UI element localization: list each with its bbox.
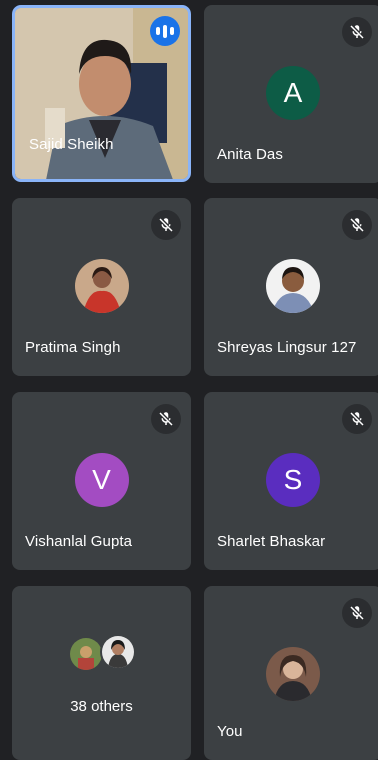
mic-off-icon — [151, 210, 181, 240]
mic-off-icon — [151, 404, 181, 434]
participant-tile-shreyas-lingsur[interactable]: Shreyas Lingsur 127 — [204, 198, 378, 376]
participant-name: Anita Das — [217, 146, 283, 163]
participant-tile-sharlet-bhaskar[interactable]: S Sharlet Bhaskar — [204, 392, 378, 570]
participant-name: Sharlet Bhaskar — [217, 533, 326, 550]
audio-level-icon — [156, 27, 160, 35]
participant-name: Pratima Singh — [25, 339, 121, 356]
mic-off-icon — [342, 404, 372, 434]
speaking-indicator — [150, 16, 180, 46]
participant-name: You — [217, 723, 243, 740]
participant-tile-anita-das[interactable]: A Anita Das — [204, 5, 378, 183]
participant-name: Shreyas Lingsur 127 — [217, 339, 357, 356]
participant-tile-others[interactable]: 38 others — [12, 586, 191, 760]
mic-off-icon — [342, 598, 372, 628]
avatar-initial: V — [74, 453, 129, 507]
avatar-photo — [68, 636, 104, 672]
avatar-initial: S — [266, 453, 320, 507]
others-count-label: 38 others — [70, 698, 133, 715]
participant-name: Sajid Sheikh — [29, 136, 114, 153]
participant-tile-pratima-singh[interactable]: Pratima Singh — [12, 198, 191, 376]
participant-tile-vishanlal-gupta[interactable]: V Vishanlal Gupta — [12, 392, 191, 570]
avatar-initial: A — [266, 66, 320, 120]
participant-tile-you[interactable]: You — [204, 586, 378, 760]
mic-off-icon — [342, 210, 372, 240]
avatar-photo — [266, 259, 320, 313]
avatar-photo — [74, 259, 129, 313]
mic-off-icon — [342, 17, 372, 47]
avatar-photo — [100, 634, 136, 670]
participant-tile-sajid-sheikh[interactable]: Sajid Sheikh — [12, 5, 191, 182]
participant-name: Vishanlal Gupta — [25, 533, 133, 550]
avatar-photo — [266, 647, 320, 701]
